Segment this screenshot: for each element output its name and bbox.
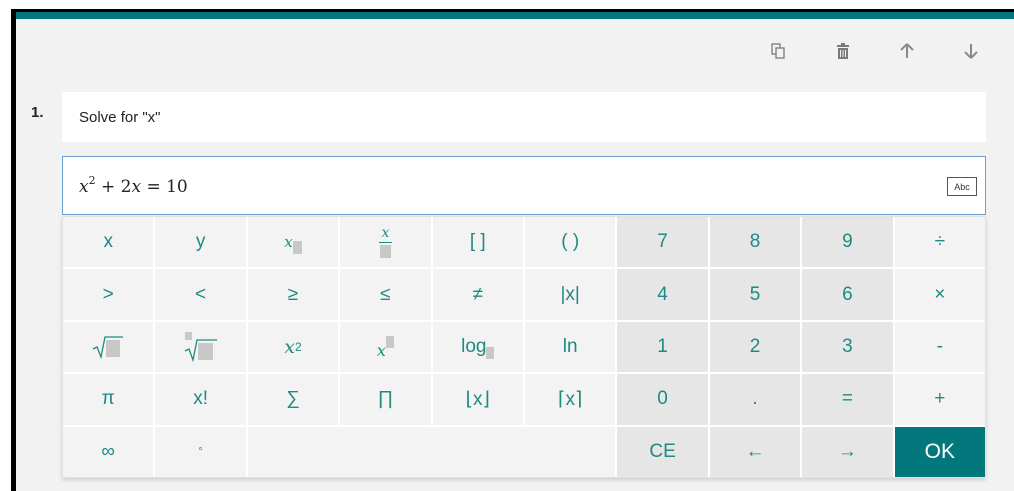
log-label: log — [461, 335, 487, 357]
accent-bar — [16, 12, 1014, 19]
placeholder-box — [486, 346, 495, 359]
question-title-field[interactable]: Solve for "x" — [62, 92, 986, 142]
ok-button[interactable]: OK — [894, 426, 985, 477]
expr-base: x — [79, 177, 89, 197]
key-equals[interactable]: = — [802, 374, 893, 425]
text-mode-button[interactable]: Abc — [947, 177, 977, 196]
key-absolute[interactable]: |x| — [525, 269, 616, 320]
key-2[interactable]: 2 — [709, 321, 801, 373]
key-plus[interactable]: + — [894, 374, 985, 425]
key-x[interactable]: x — [63, 217, 154, 268]
math-answer-input[interactable]: x2 + 2x = 10 Abc — [62, 156, 986, 215]
expr-exponent: 2 — [88, 174, 96, 187]
keypad-spacer — [247, 426, 616, 477]
key-parentheses[interactable]: ( ) — [525, 217, 616, 268]
power-base: x — [376, 341, 386, 361]
key-0[interactable]: 0 — [617, 374, 708, 425]
key-6[interactable]: 6 — [802, 269, 893, 320]
subscript-base: x — [284, 233, 293, 252]
key-multiply[interactable]: × — [894, 269, 985, 320]
key-square[interactable]: x2 — [247, 321, 339, 373]
copy-icon[interactable] — [764, 37, 792, 65]
nth-root-icon — [184, 331, 217, 363]
key-power[interactable]: x — [340, 321, 431, 373]
power-exponent: 2 — [295, 339, 302, 354]
key-less[interactable]: < — [155, 269, 246, 320]
key-y[interactable]: y — [155, 217, 246, 268]
key-7[interactable]: 7 — [617, 217, 708, 268]
key-divide[interactable]: ÷ — [894, 217, 985, 268]
key-4[interactable]: 4 — [617, 269, 708, 320]
key-factorial[interactable]: x! — [155, 374, 246, 425]
key-3[interactable]: 3 — [802, 321, 893, 373]
question-title: Solve for "x" — [79, 108, 161, 126]
arrow-up-icon[interactable] — [893, 37, 921, 65]
placeholder-box — [292, 240, 302, 254]
key-ceiling[interactable]: ⌈x⌉ — [525, 374, 616, 425]
trash-icon[interactable] — [829, 37, 857, 65]
expr-var: x — [131, 177, 142, 197]
key-pi[interactable]: π — [63, 374, 154, 425]
key-brackets[interactable]: [ ] — [432, 217, 523, 268]
fraction-numerator: x — [381, 224, 390, 241]
key-right-arrow[interactable]: → — [802, 426, 893, 477]
key-infinity[interactable]: ∞ — [63, 426, 154, 477]
arrow-down-icon[interactable] — [957, 37, 985, 65]
key-product[interactable]: ∏ — [340, 374, 431, 425]
key-degree[interactable]: ° — [155, 426, 246, 477]
power-base: x — [284, 335, 295, 358]
key-left-arrow[interactable]: ← — [709, 426, 801, 477]
key-not-equal[interactable]: ≠ — [432, 269, 523, 320]
key-greater-equal[interactable]: ≥ — [247, 269, 339, 320]
key-sqrt[interactable] — [63, 321, 154, 373]
key-log[interactable]: log — [432, 321, 523, 373]
key-clear-entry[interactable]: CE — [617, 426, 708, 477]
key-subscript[interactable]: x — [247, 217, 339, 268]
key-greater[interactable]: > — [63, 269, 154, 320]
key-less-equal[interactable]: ≤ — [340, 269, 431, 320]
key-floor[interactable]: ⌊x⌋ — [432, 374, 523, 425]
question-number: 1. — [31, 104, 44, 121]
math-expression: x2 + 2x = 10 — [79, 174, 188, 197]
expr-op: + 2 — [95, 177, 132, 197]
math-keypad: x y x x [ ] ( ) 7 8 9 ÷ > < ≥ ≤ ≠ |x| 4 … — [62, 216, 986, 478]
key-fraction[interactable]: x — [340, 217, 431, 268]
key-1[interactable]: 1 — [617, 321, 708, 373]
fraction-symbol: x — [378, 224, 392, 258]
sqrt-icon — [92, 336, 124, 360]
fraction-bar — [378, 241, 392, 243]
key-ln[interactable]: ln — [525, 321, 616, 373]
key-8[interactable]: 8 — [709, 217, 801, 268]
key-sum[interactable]: ∑ — [247, 374, 339, 425]
placeholder-box — [379, 244, 391, 258]
placeholder-box — [385, 335, 394, 348]
key-minus[interactable]: - — [894, 321, 985, 373]
key-decimal[interactable]: . — [709, 374, 801, 425]
key-9[interactable]: 9 — [802, 217, 893, 268]
key-nth-root[interactable] — [155, 321, 246, 373]
expr-equals: = 10 — [141, 177, 188, 197]
key-5[interactable]: 5 — [709, 269, 801, 320]
